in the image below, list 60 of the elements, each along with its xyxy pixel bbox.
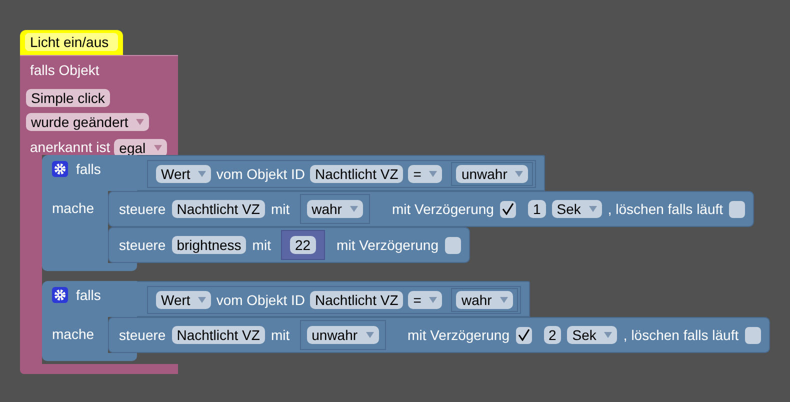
- checkbox[interactable]: [500, 200, 516, 218]
- block-label: steuere: [119, 326, 166, 344]
- dropdown-arrow-icon: [136, 119, 144, 125]
- checkbox[interactable]: [744, 326, 761, 344]
- dropdown-arrow-icon: [429, 171, 438, 177]
- dropdown-arrow-icon: [198, 171, 206, 177]
- dropdown-arrow-icon: [350, 206, 358, 212]
- do-label: mache: [52, 326, 94, 342]
- dropdown-arrow-icon: [429, 297, 438, 303]
- block-label: mit Verzögerung: [392, 200, 494, 219]
- block-label: steuere: [119, 200, 166, 218]
- event-dropdown[interactable]: wurde geändert: [26, 113, 150, 131]
- boolean-dropdown[interactable]: unwahr: [306, 326, 379, 344]
- dropdown-arrow-icon: [198, 297, 206, 303]
- operator-dropdown[interactable]: =: [408, 291, 442, 309]
- boolean-dropdown[interactable]: wahr: [306, 200, 363, 218]
- do-label: mache: [52, 200, 94, 216]
- gear-icon[interactable]: [52, 287, 68, 303]
- block-title: falls Objekt: [30, 62, 100, 78]
- comment-text: Licht ein/aus: [25, 33, 118, 51]
- value-dropdown[interactable]: Wert: [156, 291, 212, 309]
- block-label: anerkannt ist: [30, 138, 110, 157]
- object-id-field[interactable]: Nachtlicht VZ: [310, 165, 404, 183]
- block-label: , löschen falls läuft: [623, 326, 739, 344]
- object-field[interactable]: Nachtlicht VZ: [172, 326, 265, 344]
- if-label: falls: [76, 287, 101, 303]
- block-label: mit: [252, 236, 271, 254]
- object-field[interactable]: Simple click: [26, 89, 110, 107]
- block-label: mit Verzögerung: [336, 236, 438, 255]
- dropdown-arrow-icon: [515, 171, 524, 177]
- unit-dropdown[interactable]: Sek: [552, 200, 602, 218]
- block-label: mit: [270, 326, 290, 344]
- delay-field[interactable]: 1: [528, 200, 546, 218]
- dropdown-arrow-icon: [500, 297, 508, 303]
- dropdown-arrow-icon: [604, 332, 612, 338]
- object-field[interactable]: brightness: [172, 236, 246, 254]
- dropdown-arrow-icon: [154, 144, 162, 150]
- object-id-field[interactable]: Nachtlicht VZ: [310, 291, 404, 309]
- block-label: vom Objekt ID: [216, 290, 306, 310]
- dropdown-arrow-icon: [366, 332, 374, 338]
- dropdown-arrow-icon: [588, 206, 597, 212]
- block-label: mit Verzögerung: [408, 326, 510, 345]
- acknowledged-dropdown[interactable]: egal: [114, 138, 167, 156]
- boolean-dropdown[interactable]: wahr: [456, 291, 513, 309]
- object-field[interactable]: Nachtlicht VZ: [172, 200, 265, 218]
- checkbox[interactable]: [729, 200, 746, 218]
- delay-field[interactable]: 2: [544, 326, 562, 344]
- gear-icon[interactable]: [52, 161, 68, 177]
- unit-dropdown[interactable]: Sek: [567, 326, 618, 344]
- block-label: , löschen falls läuft: [608, 200, 724, 218]
- value-dropdown[interactable]: Wert: [156, 165, 212, 183]
- number-field[interactable]: 22: [290, 236, 316, 254]
- block-label: mit: [270, 200, 290, 218]
- checkbox[interactable]: [444, 236, 460, 254]
- block-label: vom Objekt ID: [216, 164, 306, 184]
- boolean-dropdown[interactable]: unwahr: [456, 165, 528, 183]
- if-label: falls: [76, 161, 101, 177]
- operator-dropdown[interactable]: =: [408, 165, 442, 183]
- block-label: steuere: [119, 236, 166, 254]
- checkbox[interactable]: [516, 326, 532, 344]
